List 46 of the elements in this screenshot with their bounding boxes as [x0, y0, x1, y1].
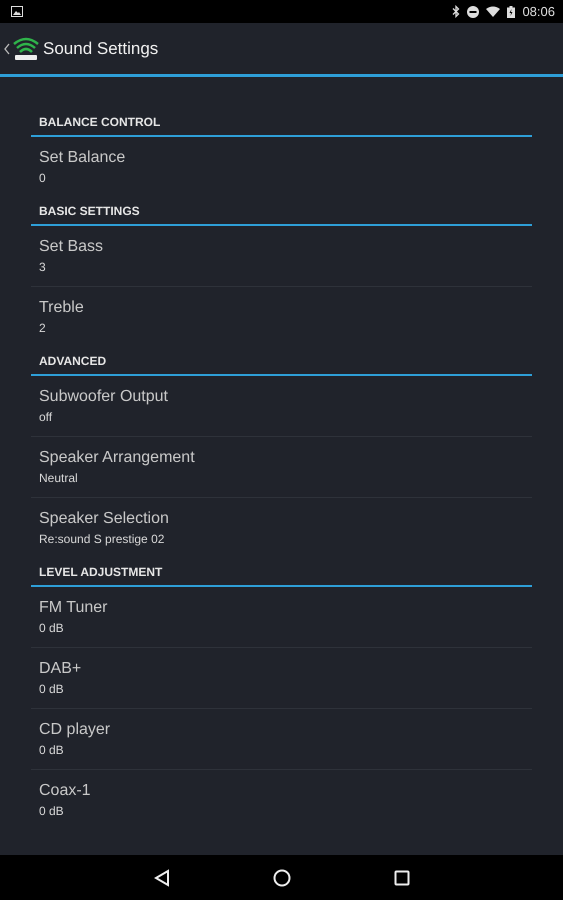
clock-time: 08:06	[522, 4, 555, 19]
preference-summary: 0 dB	[39, 743, 65, 757]
preference-summary: Neutral	[39, 471, 79, 485]
section-header: BALANCE CONTROL	[39, 115, 160, 129]
bluetooth-icon	[452, 5, 460, 18]
preference-summary: 0 dB	[39, 621, 65, 635]
preference-title: Subwoofer Output	[39, 388, 169, 406]
preference-item[interactable]: Coax-1 0 dB	[31, 770, 532, 831]
preference-item[interactable]: CD player 0 dB	[31, 709, 532, 770]
screen-title: Sound Settings	[43, 38, 158, 58]
preference-summary: off	[39, 410, 54, 424]
preference-summary: 3	[39, 260, 47, 274]
do-not-disturb-icon	[467, 6, 480, 18]
preference-item[interactable]: Set Balance 0	[31, 137, 532, 198]
wifi-icon	[486, 6, 500, 17]
preference-item[interactable]: DAB+ 0 dB	[31, 648, 532, 709]
preference-title: DAB+	[39, 660, 82, 678]
preference-item[interactable]: Subwoofer Output off	[31, 376, 532, 437]
preference-item[interactable]: Speaker Selection Re:sound S prestige 02	[31, 498, 532, 559]
chevron-left-icon	[4, 42, 10, 54]
preference-title: Speaker Selection	[39, 510, 170, 528]
home-icon[interactable]	[272, 868, 290, 886]
preference-title: FM Tuner	[39, 599, 108, 617]
section-header: BASIC SETTINGS	[39, 204, 140, 218]
battery-icon	[507, 6, 516, 18]
preference-item[interactable]: FM Tuner 0 dB	[31, 587, 532, 648]
preference-item[interactable]: Speaker Arrangement Neutral	[31, 437, 532, 498]
image-icon	[11, 6, 23, 17]
preference-title: Coax-1	[39, 782, 92, 800]
preference-item[interactable]: Set Bass 3	[31, 226, 532, 287]
preference-title: Set Bass	[39, 238, 104, 256]
preference-summary: 2	[39, 321, 47, 335]
preference-summary: 0 dB	[39, 804, 65, 818]
back-icon[interactable]	[154, 868, 170, 886]
preference-title: Set Balance	[39, 149, 126, 167]
recents-icon[interactable]	[394, 870, 410, 886]
preference-summary: 0 dB	[39, 682, 65, 696]
preference-title: Speaker Arrangement	[39, 449, 196, 467]
section-header: LEVEL ADJUSTMENT	[39, 565, 162, 579]
preference-title: CD player	[39, 721, 112, 739]
section-header: ADVANCED	[39, 354, 106, 368]
preference-title: Treble	[39, 299, 85, 317]
preference-summary: 0	[39, 171, 47, 185]
preference-summary: Re:sound S prestige 02	[39, 532, 166, 546]
preference-item[interactable]: Treble 2	[31, 287, 532, 348]
logo	[11, 36, 41, 62]
